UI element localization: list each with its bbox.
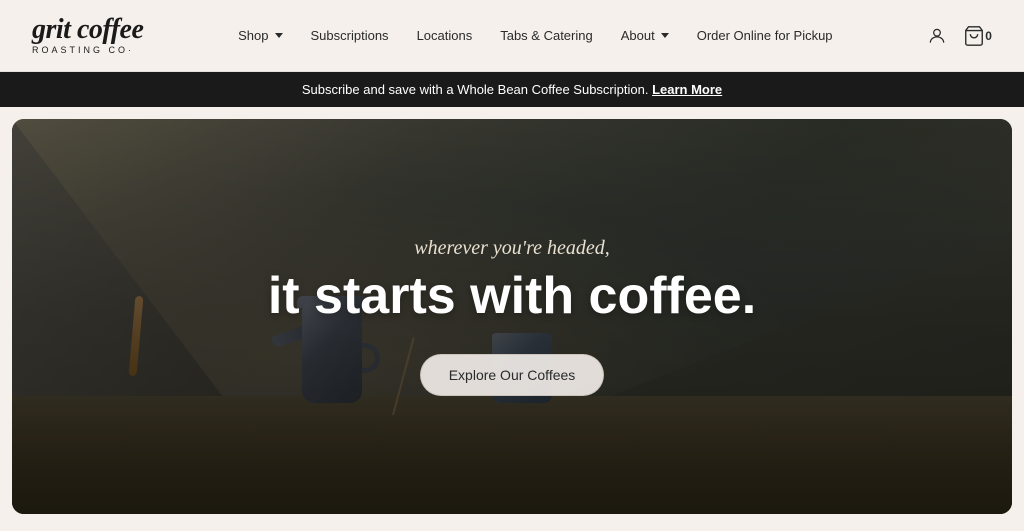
person-icon bbox=[927, 26, 947, 46]
logo-main-text: grit coffee bbox=[32, 16, 143, 44]
nav-icons: 0 bbox=[927, 25, 992, 47]
nav-item-about[interactable]: About bbox=[621, 28, 669, 43]
nav-item-locations[interactable]: Locations bbox=[417, 28, 473, 43]
chevron-down-icon bbox=[661, 33, 669, 38]
nav-item-order-online[interactable]: Order Online for Pickup bbox=[697, 28, 833, 43]
logo[interactable]: grit coffee ROASTING CO· bbox=[32, 16, 143, 55]
promo-banner-text: Subscribe and save with a Whole Bean Cof… bbox=[302, 82, 649, 97]
cart-icon bbox=[963, 25, 985, 47]
cart-count: 0 bbox=[985, 29, 992, 43]
nav-item-subscriptions[interactable]: Subscriptions bbox=[311, 28, 389, 43]
site-header: grit coffee ROASTING CO· Shop Subscripti… bbox=[0, 0, 1024, 72]
learn-more-link[interactable]: Learn More bbox=[652, 82, 722, 97]
hero-section: wherever you're headed, it starts with c… bbox=[12, 119, 1012, 514]
explore-coffees-button[interactable]: Explore Our Coffees bbox=[420, 354, 605, 396]
nav-item-shop[interactable]: Shop bbox=[238, 28, 282, 43]
hero-title: it starts with coffee. bbox=[268, 268, 756, 325]
hero-subtitle: wherever you're headed, bbox=[414, 237, 610, 260]
promo-banner: Subscribe and save with a Whole Bean Cof… bbox=[0, 72, 1024, 107]
account-button[interactable] bbox=[927, 26, 947, 46]
logo-sub-text: ROASTING CO· bbox=[32, 46, 143, 55]
main-nav: Shop Subscriptions Locations Tabs & Cate… bbox=[238, 28, 832, 43]
cart-button[interactable]: 0 bbox=[963, 25, 992, 47]
hero-content: wherever you're headed, it starts with c… bbox=[12, 119, 1012, 514]
chevron-down-icon bbox=[275, 33, 283, 38]
nav-item-tabs-catering[interactable]: Tabs & Catering bbox=[500, 28, 593, 43]
